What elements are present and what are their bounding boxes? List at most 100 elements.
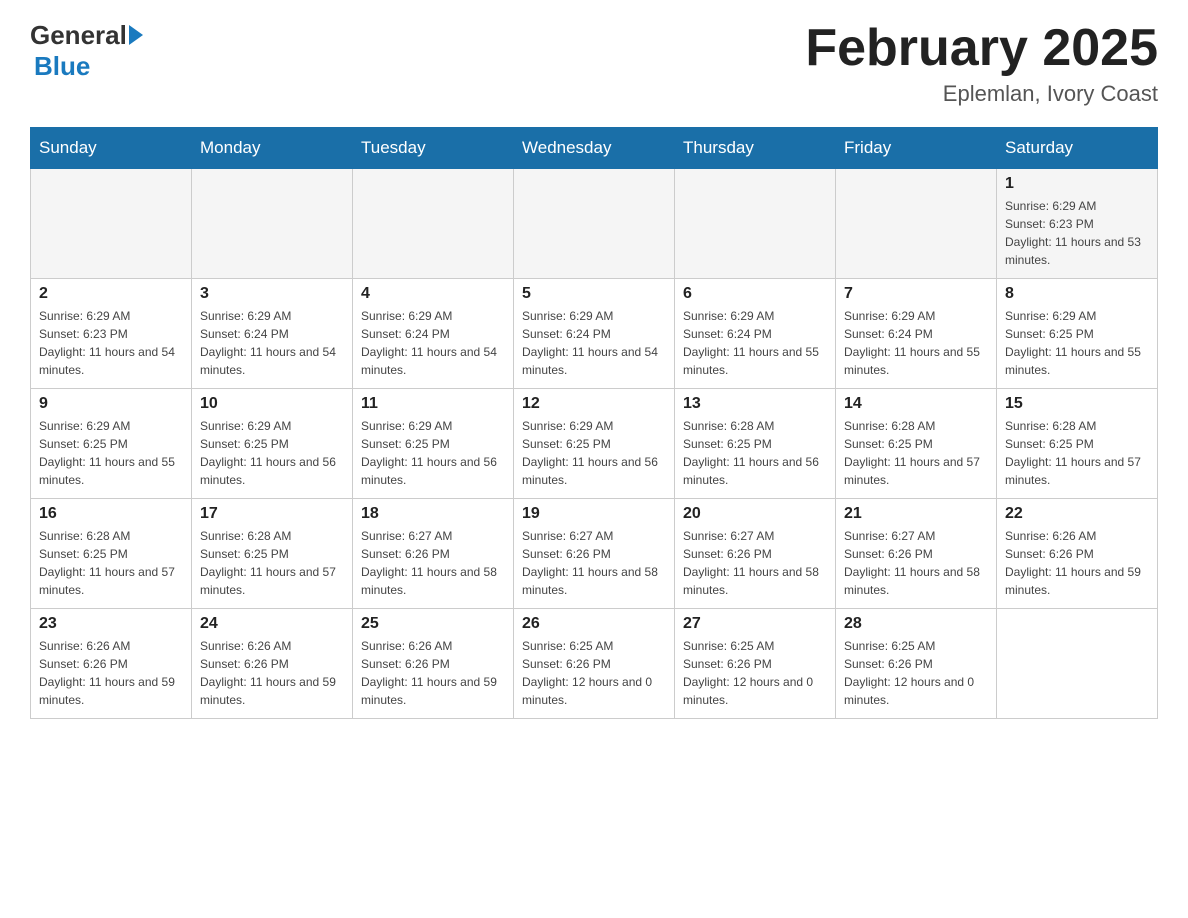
day-number: 27: [683, 615, 827, 633]
calendar-cell: 11 Sunrise: 6:29 AMSunset: 6:25 PMDayligh…: [353, 389, 514, 499]
week-row-3: 9 Sunrise: 6:29 AMSunset: 6:25 PMDaylight…: [31, 389, 1158, 499]
day-number: 25: [361, 615, 505, 633]
day-number: 16: [39, 505, 183, 523]
day-info: Sunrise: 6:26 AMSunset: 6:26 PMDaylight:…: [361, 637, 505, 709]
day-number: 21: [844, 505, 988, 523]
day-info: Sunrise: 6:25 AMSunset: 6:26 PMDaylight:…: [683, 637, 827, 709]
day-number: 20: [683, 505, 827, 523]
week-row-5: 23Sunrise: 6:26 AMSunset: 6:26 PMDayligh…: [31, 609, 1158, 719]
calendar-cell: 26Sunrise: 6:25 AMSunset: 6:26 PMDayligh…: [514, 609, 675, 719]
day-info: Sunrise: 6:27 AMSunset: 6:26 PMDaylight:…: [361, 527, 505, 599]
day-number: 5: [522, 285, 666, 303]
calendar-cell: 20 Sunrise: 6:27 AMSunset: 6:26 PMDayligh…: [675, 499, 836, 609]
header-wednesday: Wednesday: [514, 128, 675, 169]
calendar-cell: 2 Sunrise: 6:29 AMSunset: 6:23 PMDaylight…: [31, 279, 192, 389]
calendar-cell: 3 Sunrise: 6:29 AMSunset: 6:24 PMDaylight…: [192, 279, 353, 389]
day-info: Sunrise: 6:25 AMSunset: 6:26 PMDaylight:…: [844, 637, 988, 709]
day-number: 1: [1005, 175, 1149, 193]
day-info: Sunrise: 6:25 AMSunset: 6:26 PMDaylight:…: [522, 637, 666, 709]
calendar-cell: [31, 169, 192, 279]
calendar-cell: 6 Sunrise: 6:29 AMSunset: 6:24 PMDaylight…: [675, 279, 836, 389]
header-monday: Monday: [192, 128, 353, 169]
calendar-cell: 23Sunrise: 6:26 AMSunset: 6:26 PMDayligh…: [31, 609, 192, 719]
day-info: Sunrise: 6:29 AMSunset: 6:24 PMDaylight:…: [361, 307, 505, 379]
calendar-cell: 1 Sunrise: 6:29 AMSunset: 6:23 PMDaylight…: [997, 169, 1158, 279]
title-block: February 2025 Eplemlan, Ivory Coast: [805, 20, 1158, 107]
calendar-cell: 15Sunrise: 6:28 AMSunset: 6:25 PMDayligh…: [997, 389, 1158, 499]
calendar-cell: 9Sunrise: 6:29 AMSunset: 6:25 PMDaylight…: [31, 389, 192, 499]
calendar-cell: 25 Sunrise: 6:26 AMSunset: 6:26 PMDayligh…: [353, 609, 514, 719]
calendar-cell: [514, 169, 675, 279]
calendar-cell: 19Sunrise: 6:27 AMSunset: 6:26 PMDayligh…: [514, 499, 675, 609]
day-info: Sunrise: 6:29 AMSunset: 6:25 PMDaylight:…: [361, 417, 505, 489]
day-number: 7: [844, 285, 988, 303]
calendar-cell: 28 Sunrise: 6:25 AMSunset: 6:26 PMDayligh…: [836, 609, 997, 719]
calendar-cell: 10 Sunrise: 6:29 AMSunset: 6:25 PMDayligh…: [192, 389, 353, 499]
day-number: 19: [522, 505, 666, 523]
calendar-cell: 17 Sunrise: 6:28 AMSunset: 6:25 PMDayligh…: [192, 499, 353, 609]
day-info: Sunrise: 6:28 AMSunset: 6:25 PMDaylight:…: [200, 527, 344, 599]
calendar-cell: [836, 169, 997, 279]
day-info: Sunrise: 6:28 AMSunset: 6:25 PMDaylight:…: [683, 417, 827, 489]
calendar-cell: 27 Sunrise: 6:25 AMSunset: 6:26 PMDayligh…: [675, 609, 836, 719]
calendar-cell: 13Sunrise: 6:28 AMSunset: 6:25 PMDayligh…: [675, 389, 836, 499]
calendar-cell: 14 Sunrise: 6:28 AMSunset: 6:25 PMDayligh…: [836, 389, 997, 499]
header-friday: Friday: [836, 128, 997, 169]
calendar-cell: 22 Sunrise: 6:26 AMSunset: 6:26 PMDayligh…: [997, 499, 1158, 609]
day-info: Sunrise: 6:26 AMSunset: 6:26 PMDaylight:…: [39, 637, 183, 709]
day-number: 15: [1005, 395, 1149, 413]
calendar-cell: 5 Sunrise: 6:29 AMSunset: 6:24 PMDaylight…: [514, 279, 675, 389]
day-info: Sunrise: 6:29 AMSunset: 6:24 PMDaylight:…: [683, 307, 827, 379]
day-number: 2: [39, 285, 183, 303]
day-info: Sunrise: 6:26 AMSunset: 6:26 PMDaylight:…: [1005, 527, 1149, 599]
logo-blue-part: [127, 27, 143, 45]
calendar-cell: 16 Sunrise: 6:28 AMSunset: 6:25 PMDayligh…: [31, 499, 192, 609]
calendar-location: Eplemlan, Ivory Coast: [805, 81, 1158, 107]
day-number: 22: [1005, 505, 1149, 523]
day-number: 28: [844, 615, 988, 633]
day-number: 14: [844, 395, 988, 413]
calendar-cell: [997, 609, 1158, 719]
calendar-table: Sunday Monday Tuesday Wednesday Thursday…: [30, 127, 1158, 719]
day-number: 12: [522, 395, 666, 413]
day-info: Sunrise: 6:29 AMSunset: 6:23 PMDaylight:…: [1005, 197, 1149, 269]
day-info: Sunrise: 6:28 AMSunset: 6:25 PMDaylight:…: [844, 417, 988, 489]
logo-blue-text: Blue: [34, 51, 90, 82]
day-number: 6: [683, 285, 827, 303]
week-row-1: 1 Sunrise: 6:29 AMSunset: 6:23 PMDaylight…: [31, 169, 1158, 279]
calendar-cell: 12 Sunrise: 6:29 AMSunset: 6:25 PMDayligh…: [514, 389, 675, 499]
header-tuesday: Tuesday: [353, 128, 514, 169]
page-header: General Blue February 2025 Eplemlan, Ivo…: [30, 20, 1158, 107]
day-info: Sunrise: 6:27 AMSunset: 6:26 PMDaylight:…: [683, 527, 827, 599]
weekday-header-row: Sunday Monday Tuesday Wednesday Thursday…: [31, 128, 1158, 169]
day-number: 17: [200, 505, 344, 523]
day-info: Sunrise: 6:29 AMSunset: 6:24 PMDaylight:…: [522, 307, 666, 379]
week-row-4: 16 Sunrise: 6:28 AMSunset: 6:25 PMDayligh…: [31, 499, 1158, 609]
day-number: 10: [200, 395, 344, 413]
day-info: Sunrise: 6:29 AMSunset: 6:25 PMDaylight:…: [1005, 307, 1149, 379]
calendar-cell: 7 Sunrise: 6:29 AMSunset: 6:24 PMDaylight…: [836, 279, 997, 389]
week-row-2: 2 Sunrise: 6:29 AMSunset: 6:23 PMDaylight…: [31, 279, 1158, 389]
calendar-cell: 24 Sunrise: 6:26 AMSunset: 6:26 PMDayligh…: [192, 609, 353, 719]
logo-general-text: General: [30, 20, 127, 51]
calendar-cell: 4Sunrise: 6:29 AMSunset: 6:24 PMDaylight…: [353, 279, 514, 389]
calendar-cell: [192, 169, 353, 279]
day-number: 9: [39, 395, 183, 413]
header-thursday: Thursday: [675, 128, 836, 169]
day-number: 24: [200, 615, 344, 633]
day-info: Sunrise: 6:29 AMSunset: 6:25 PMDaylight:…: [200, 417, 344, 489]
calendar-cell: [675, 169, 836, 279]
calendar-cell: 18Sunrise: 6:27 AMSunset: 6:26 PMDayligh…: [353, 499, 514, 609]
day-info: Sunrise: 6:26 AMSunset: 6:26 PMDaylight:…: [200, 637, 344, 709]
header-sunday: Sunday: [31, 128, 192, 169]
logo: General Blue: [30, 20, 143, 82]
day-number: 3: [200, 285, 344, 303]
day-info: Sunrise: 6:29 AMSunset: 6:23 PMDaylight:…: [39, 307, 183, 379]
day-number: 11: [361, 395, 505, 413]
calendar-cell: [353, 169, 514, 279]
day-info: Sunrise: 6:29 AMSunset: 6:24 PMDaylight:…: [844, 307, 988, 379]
day-info: Sunrise: 6:28 AMSunset: 6:25 PMDaylight:…: [39, 527, 183, 599]
day-info: Sunrise: 6:29 AMSunset: 6:24 PMDaylight:…: [200, 307, 344, 379]
calendar-cell: 21Sunrise: 6:27 AMSunset: 6:26 PMDayligh…: [836, 499, 997, 609]
day-info: Sunrise: 6:29 AMSunset: 6:25 PMDaylight:…: [522, 417, 666, 489]
